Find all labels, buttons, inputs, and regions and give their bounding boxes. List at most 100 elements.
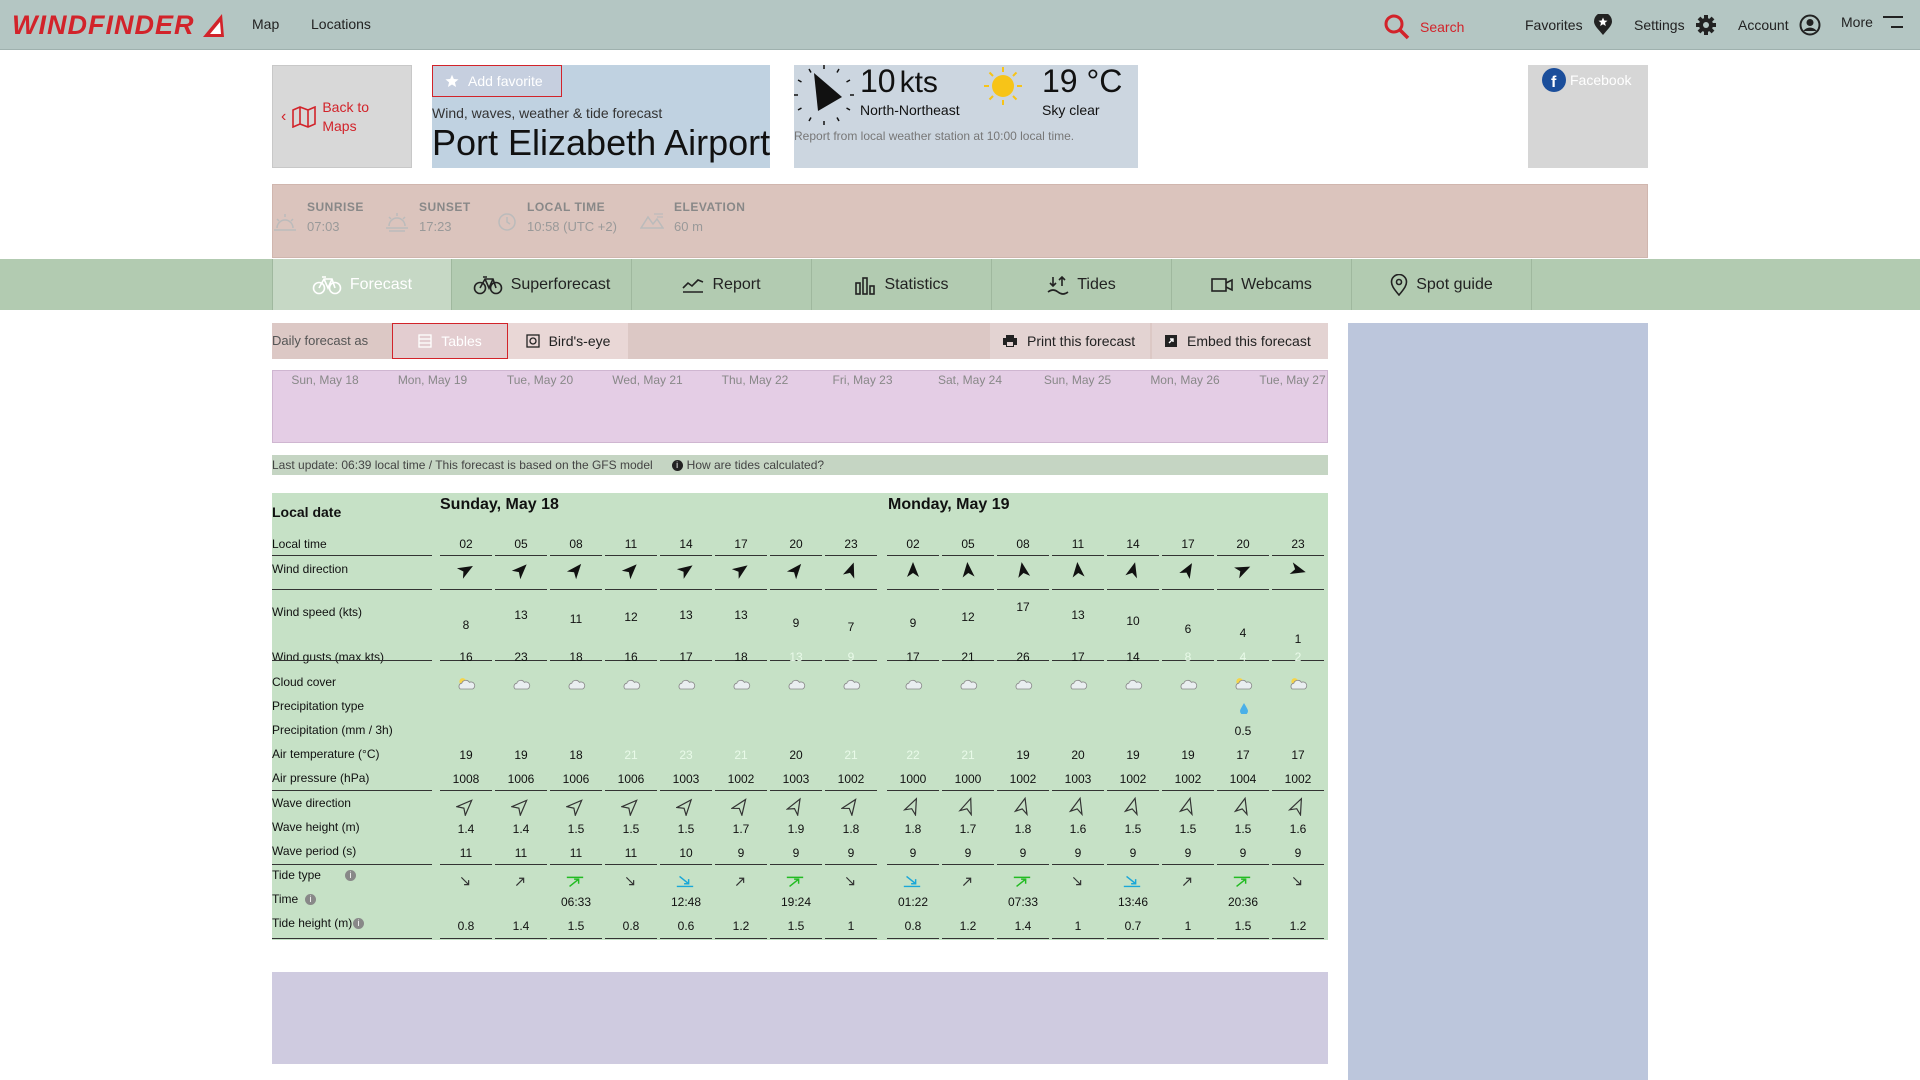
- pressure-cell: 1002: [1119, 772, 1147, 786]
- add-favorite-button[interactable]: Add favorite: [432, 65, 562, 97]
- cell-separator: [440, 938, 492, 939]
- wind-arrow-icon: [511, 564, 527, 580]
- tide-high-icon: [786, 876, 804, 888]
- wind-arrow-icon: [786, 563, 802, 580]
- sky-condition-text: Sky clear: [1042, 102, 1100, 118]
- cell-separator: [1052, 589, 1104, 590]
- cell-separator: [550, 864, 602, 865]
- cell-separator: [825, 589, 877, 590]
- row-label-precip-type: Precipitation type: [272, 699, 365, 713]
- wave-height-cell: 1.5: [677, 822, 695, 836]
- tab-spot-guide[interactable]: Spot guide: [1352, 259, 1532, 310]
- tab-superforecast[interactable]: Superforecast: [452, 259, 632, 310]
- tide-time-cell: 01:22: [897, 895, 929, 909]
- tab-statistics-label: Statistics: [884, 275, 949, 293]
- wave-arrow-icon: [1068, 796, 1083, 816]
- hour-cell: 08: [569, 537, 583, 551]
- search-button[interactable]: Search: [1384, 14, 1464, 40]
- row-label-tide-type: Tide type: [272, 868, 321, 882]
- row-label-air-temp: Air temperature (°C): [272, 747, 380, 761]
- cell-separator: [495, 589, 547, 590]
- print-forecast-button[interactable]: Print this forecast: [990, 323, 1150, 359]
- day-tab-6[interactable]: Sat, May 24: [938, 373, 1002, 387]
- windfinder-logo[interactable]: WINDFINDER: [12, 8, 230, 42]
- day-tab-1[interactable]: Mon, May 19: [398, 373, 467, 387]
- sunset-value: 17:23: [419, 219, 452, 234]
- tide-high-icon: [1013, 876, 1031, 888]
- forecast-tabs: Forecast Superforecast Report Statistics…: [0, 259, 1920, 310]
- pressure-cell: 1006: [562, 772, 590, 786]
- account-button[interactable]: Account: [1738, 14, 1821, 36]
- day-tab-0[interactable]: Sun, May 18: [291, 373, 358, 387]
- nav-map-link[interactable]: Map: [252, 16, 279, 32]
- settings-button[interactable]: Settings: [1634, 14, 1717, 36]
- wind-arrow-icon: [1234, 566, 1251, 579]
- gust-cell: 21: [961, 650, 975, 664]
- tide-height-cell: 1.4: [1014, 919, 1032, 933]
- tide-height-cell: 1: [1184, 919, 1192, 933]
- pressure-cell: 1003: [782, 772, 810, 786]
- day-tab-9[interactable]: Tue, May 27: [1259, 373, 1325, 387]
- pressure-cell: 1008: [452, 772, 480, 786]
- info-icon[interactable]: i: [345, 870, 356, 881]
- tab-report-label: Report: [712, 275, 761, 293]
- day-tab-4[interactable]: Thu, May 22: [722, 373, 789, 387]
- elevation-label: ELEVATION: [674, 200, 746, 214]
- tide-rising-icon: [735, 877, 745, 886]
- partly-cloudy-icon: [458, 678, 476, 690]
- cell-separator: [440, 864, 492, 865]
- gust-cell: 8: [1184, 650, 1192, 664]
- pressure-cell: 1002: [837, 772, 865, 786]
- tab-statistics[interactable]: Statistics: [812, 259, 992, 310]
- cell-separator: [660, 790, 712, 791]
- tide-rising-icon: [962, 877, 972, 886]
- wind-speed-cell: 12: [961, 610, 975, 624]
- favorites-button[interactable]: Favorites: [1525, 14, 1613, 36]
- wave-height-cell: 1.5: [1179, 822, 1197, 836]
- wind-arrow-icon: [621, 564, 637, 580]
- wave-height-cell: 1.8: [1014, 822, 1032, 836]
- row-label-wave-dir: Wave direction: [272, 796, 351, 810]
- day-tab-3[interactable]: Wed, May 21: [612, 373, 682, 387]
- clock-icon: [498, 213, 516, 231]
- air-temp-cell: 19: [459, 748, 473, 762]
- local-time-label: LOCAL TIME: [527, 200, 606, 214]
- gust-cell: 16: [459, 650, 473, 664]
- favorites-label: Favorites: [1525, 17, 1583, 33]
- embed-forecast-button[interactable]: Embed this forecast: [1152, 323, 1328, 359]
- ad-banner-side: [1348, 323, 1648, 1080]
- facebook-button[interactable]: f Facebook: [1542, 67, 1631, 93]
- tables-view-button[interactable]: Tables: [392, 323, 508, 359]
- nav-locations-link[interactable]: Locations: [311, 16, 371, 32]
- tables-label: Tables: [441, 333, 482, 349]
- cell-separator: [1217, 589, 1269, 590]
- day-tab-7[interactable]: Sun, May 25: [1044, 373, 1111, 387]
- cell-separator: [605, 864, 657, 865]
- tab-forecast[interactable]: Forecast: [272, 259, 452, 310]
- partly-cloudy-icon: [1235, 678, 1253, 690]
- day-tab-8[interactable]: Mon, May 26: [1150, 373, 1219, 387]
- tides-info-link[interactable]: i How are tides calculated?: [669, 458, 824, 472]
- wave-arrow-icon: [786, 797, 801, 816]
- gear-icon: [1695, 15, 1716, 35]
- row-separator: [272, 790, 432, 791]
- tab-report[interactable]: Report: [632, 259, 812, 310]
- row-label-tide-h: Tide height (m): [272, 916, 353, 930]
- info-icon[interactable]: i: [305, 894, 316, 905]
- cell-separator: [660, 864, 712, 865]
- tab-tides[interactable]: Tides: [992, 259, 1172, 310]
- wind-speed-number: 10: [860, 63, 896, 99]
- wave-period-cell: 9: [1074, 846, 1082, 860]
- day-tab-5[interactable]: Fri, May 23: [832, 373, 892, 387]
- spot-facts-bar: SUNRISE 07:03 SUNSET 17:23 LOCAL TIME 10:58…: [272, 184, 1648, 258]
- cell-separator: [1052, 864, 1104, 865]
- cloud-icon: [788, 679, 806, 690]
- info-icon[interactable]: i: [353, 918, 364, 929]
- star-icon: [445, 74, 459, 88]
- tab-webcams[interactable]: Webcams: [1172, 259, 1352, 310]
- wind-speed-cell: 1: [1294, 632, 1302, 646]
- birdseye-view-button[interactable]: Bird's-eye: [508, 323, 628, 359]
- day-tab-2[interactable]: Tue, May 20: [507, 373, 573, 387]
- more-button[interactable]: More: [1841, 14, 1903, 30]
- back-to-maps-button[interactable]: ‹ Back to Maps: [272, 65, 412, 168]
